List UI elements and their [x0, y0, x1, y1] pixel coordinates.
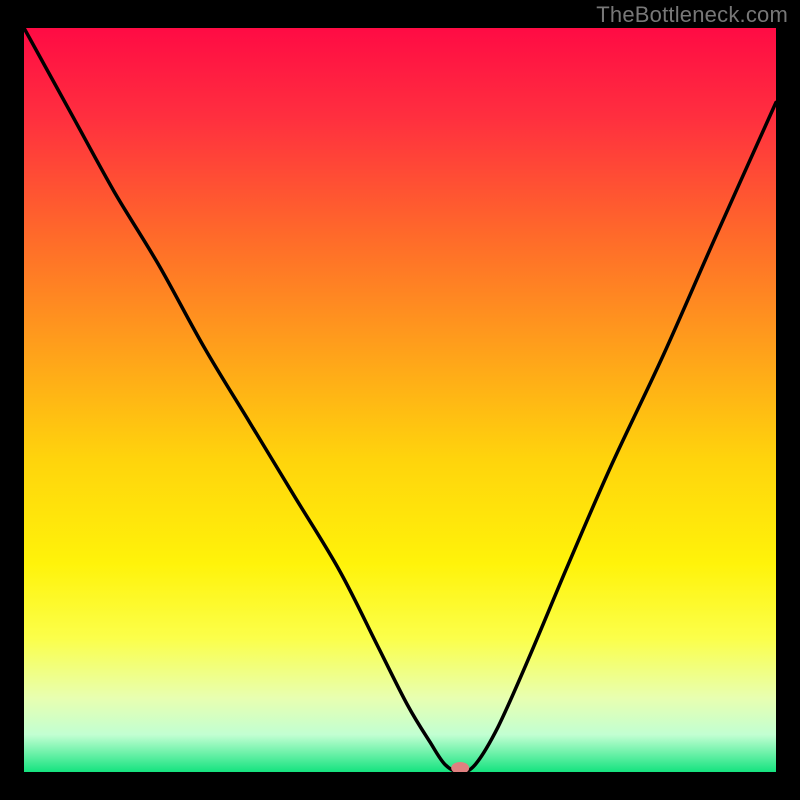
chart-frame: TheBottleneck.com — [0, 0, 800, 800]
bottleneck-chart-svg — [24, 28, 776, 772]
plot-area — [24, 28, 776, 772]
watermark-text: TheBottleneck.com — [596, 2, 788, 28]
chart-background — [24, 28, 776, 772]
